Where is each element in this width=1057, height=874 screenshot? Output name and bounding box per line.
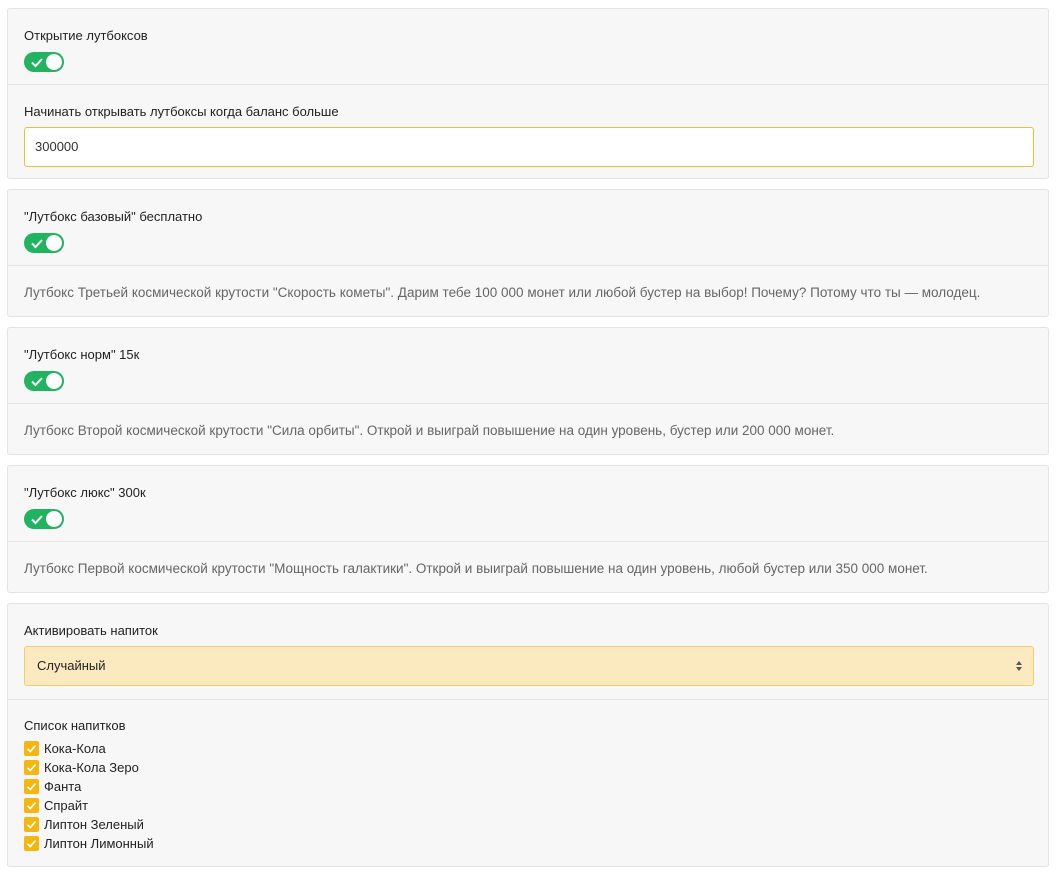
drink-checkbox-list: Кока-Кола Кока-Кола Зеро Фанта Спрайт Липтон… xyxy=(24,739,1032,853)
drink-checkbox-row[interactable]: Кока-Кола Зеро xyxy=(24,758,1032,777)
balance-threshold-section: Начинать открывать лутбоксы когда баланс… xyxy=(8,84,1048,179)
open-lootboxes-section: Открытие лутбоксов xyxy=(8,9,1048,84)
lootbox-title: "Лутбокс базовый" бесплатно xyxy=(24,209,203,224)
select-arrows-icon xyxy=(1016,661,1022,671)
open-lootboxes-toggle[interactable] xyxy=(24,52,64,72)
lootbox-norm-toggle[interactable] xyxy=(24,371,64,391)
open-lootboxes-label: Открытие лутбоксов xyxy=(24,28,148,43)
checkbox[interactable] xyxy=(24,798,39,813)
activate-drink-select[interactable]: Случайный xyxy=(24,646,1034,686)
drink-checkbox-row[interactable]: Спрайт xyxy=(24,796,1032,815)
checkmark-icon xyxy=(26,820,37,829)
activate-drink-section: Активировать напиток Случайный xyxy=(8,604,1048,699)
drink-checkbox-row[interactable]: Кока-Кола xyxy=(24,739,1032,758)
drink-checkbox-row[interactable]: Липтон Зеленый xyxy=(24,815,1032,834)
drink-label: Кока-Кола Зеро xyxy=(44,760,139,775)
checkmark-icon xyxy=(26,782,37,791)
drink-label: Фанта xyxy=(44,779,82,794)
lootbox-description: Лутбокс Первой космической крутости "Мощ… xyxy=(24,561,928,576)
drink-label: Липтон Лимонный xyxy=(44,836,154,851)
check-icon xyxy=(31,239,43,249)
lootbox-description: Лутбокс Второй космической крутости "Сил… xyxy=(24,423,835,438)
lootbox-card-basic: "Лутбокс базовый" бесплатно Лутбокс Трет… xyxy=(7,189,1049,317)
toggle-knob xyxy=(46,511,62,527)
lootbox-title: "Лутбокс норм" 15к xyxy=(24,347,140,362)
activate-drink-selected-value: Случайный xyxy=(37,658,106,673)
checkmark-icon xyxy=(26,744,37,753)
checkbox[interactable] xyxy=(24,779,39,794)
toggle-knob xyxy=(46,54,62,70)
drinks-card: Активировать напиток Случайный Список на… xyxy=(7,603,1049,867)
checkmark-icon xyxy=(26,839,37,848)
lootbox-toggle-section: "Лутбокс норм" 15к xyxy=(8,328,1048,403)
checkbox[interactable] xyxy=(24,817,39,832)
check-icon xyxy=(31,58,43,68)
lootbox-card-norm: "Лутбокс норм" 15к Лутбокс Второй космич… xyxy=(7,327,1049,455)
activate-drink-label: Активировать напиток xyxy=(24,623,158,638)
drink-checkbox-row[interactable]: Фанта xyxy=(24,777,1032,796)
drink-label: Спрайт xyxy=(44,798,89,813)
lootbox-title: "Лутбокс люкс" 300к xyxy=(24,485,146,500)
checkbox[interactable] xyxy=(24,836,39,851)
checkbox[interactable] xyxy=(24,760,39,775)
lootbox-toggle-section: "Лутбокс базовый" бесплатно xyxy=(8,190,1048,265)
lootbox-settings-card: Открытие лутбоксов Начинать открывать лу… xyxy=(7,8,1049,179)
lootbox-lux-toggle[interactable] xyxy=(24,509,64,529)
lootbox-description-section: Лутбокс Третьей космической крутости "Ск… xyxy=(8,265,1048,316)
drink-label: Липтон Зеленый xyxy=(44,817,144,832)
checkmark-icon xyxy=(26,801,37,810)
balance-threshold-label: Начинать открывать лутбоксы когда баланс… xyxy=(24,104,339,119)
lootbox-description-section: Лутбокс Второй космической крутости "Сил… xyxy=(8,403,1048,454)
check-icon xyxy=(31,377,43,387)
drink-list-section: Список напитков Кока-Кола Кока-Кола Зеро Ф… xyxy=(8,699,1048,866)
lootbox-card-lux: "Лутбокс люкс" 300к Лутбокс Первой косми… xyxy=(7,465,1049,593)
drink-list-label: Список напитков xyxy=(24,718,126,733)
checkmark-icon xyxy=(26,763,37,772)
lootbox-toggle-section: "Лутбокс люкс" 300к xyxy=(8,466,1048,541)
balance-threshold-input[interactable]: 300000 xyxy=(24,127,1034,167)
toggle-knob xyxy=(46,235,62,251)
checkbox[interactable] xyxy=(24,741,39,756)
lootbox-description-section: Лутбокс Первой космической крутости "Мощ… xyxy=(8,541,1048,592)
lootbox-description: Лутбокс Третьей космической крутости "Ск… xyxy=(24,285,981,300)
drink-label: Кока-Кола xyxy=(44,741,106,756)
toggle-knob xyxy=(46,373,62,389)
drink-checkbox-row[interactable]: Липтон Лимонный xyxy=(24,834,1032,853)
check-icon xyxy=(31,515,43,525)
lootbox-basic-toggle[interactable] xyxy=(24,233,64,253)
